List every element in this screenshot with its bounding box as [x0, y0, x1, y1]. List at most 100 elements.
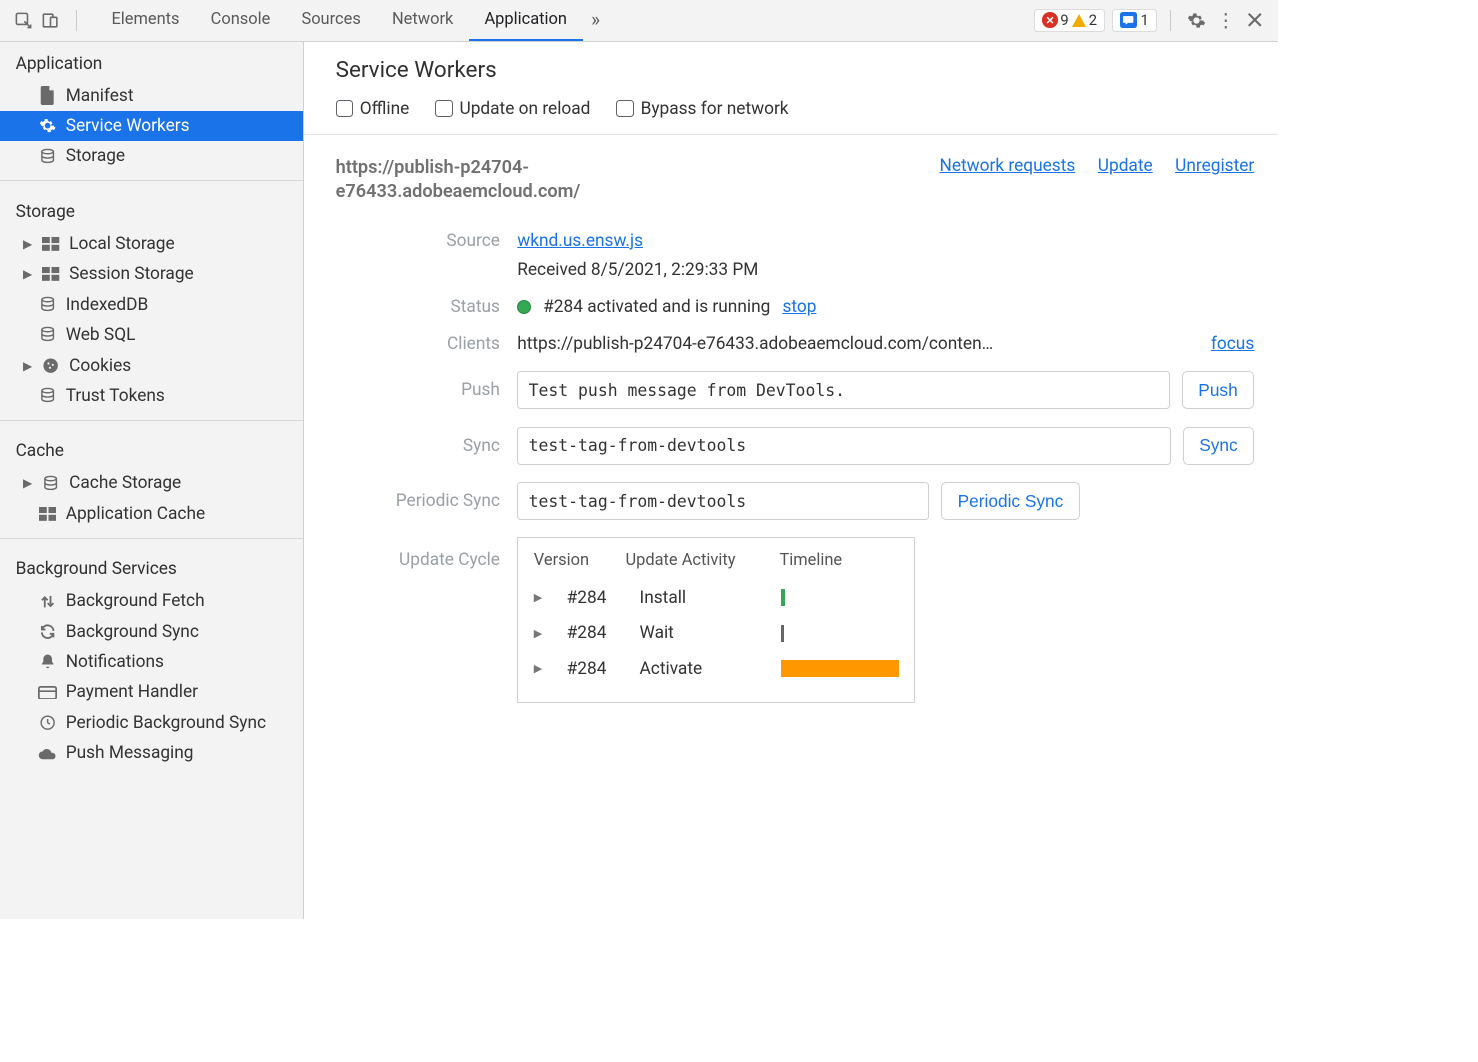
device-toggle-icon[interactable] [41, 11, 60, 30]
bell-icon [38, 653, 57, 672]
sidebar-item-label: Cache Storage [69, 473, 181, 493]
sidebar-section-title: Background Services [0, 547, 303, 586]
sync-button[interactable]: Sync [1183, 427, 1255, 465]
update-cycle-label: Update Cycle [336, 537, 500, 569]
cycle-row[interactable]: ▶#284Install [534, 580, 899, 616]
issue-counter[interactable]: ✕9 2 [1034, 9, 1105, 32]
separator [76, 10, 77, 31]
card-icon [38, 683, 57, 702]
chevron-right-icon: ▶ [534, 662, 543, 675]
sidebar-item-label: Background Fetch [66, 591, 205, 611]
settings-icon[interactable] [1185, 9, 1207, 31]
tab-network[interactable]: Network [376, 0, 469, 41]
cycle-timeline [781, 589, 898, 606]
clients-label: Clients [336, 334, 500, 354]
page-title: Service Workers [336, 57, 1255, 83]
sidebar-item-label: Periodic Background Sync [66, 713, 266, 733]
stop-link[interactable]: stop [782, 297, 816, 317]
grid-icon [38, 504, 57, 523]
sidebar-item-indexeddb[interactable]: IndexedDB [0, 290, 303, 320]
sidebar-item-manifest[interactable]: Manifest [0, 81, 303, 111]
message-count: 1 [1140, 11, 1148, 29]
sidebar-item-notifications[interactable]: Notifications [0, 647, 303, 677]
origin-url: https://publish-p24704-e76433.adobeaemcl… [336, 156, 734, 205]
status-text: #284 activated and is running [543, 297, 770, 317]
sync-input[interactable] [517, 427, 1170, 465]
sidebar-item-application-cache[interactable]: Application Cache [0, 499, 303, 529]
sync-icon [38, 622, 57, 641]
sidebar-item-background-sync[interactable]: Background Sync [0, 617, 303, 647]
periodic-sync-label: Periodic Sync [336, 491, 500, 511]
sidebar-item-label: Application Cache [66, 504, 205, 524]
sync-label: Sync [336, 436, 500, 456]
sidebar-item-web-sql[interactable]: Web SQL [0, 320, 303, 350]
tab-elements[interactable]: Elements [96, 0, 195, 41]
sidebar-item-session-storage[interactable]: ▶Session Storage [0, 259, 303, 289]
periodic-sync-button[interactable]: Periodic Sync [941, 482, 1080, 520]
status-dot-icon [517, 300, 531, 314]
chevron-right-icon: ▶ [22, 267, 32, 281]
cycle-activity: Wait [640, 623, 757, 643]
cycle-timeline [781, 625, 898, 642]
sidebar-item-label: Local Storage [69, 234, 175, 254]
cycle-row[interactable]: ▶ #284 Wait [534, 615, 899, 651]
db-icon [42, 474, 61, 493]
warning-count: 2 [1089, 11, 1097, 29]
tab-overflow[interactable]: » [583, 0, 609, 41]
sidebar-item-storage[interactable]: Storage [0, 141, 303, 171]
cycle-header-version: Version [534, 551, 601, 570]
tab-application[interactable]: Application [469, 0, 583, 41]
cycle-row[interactable]: ▶#284Activate [534, 651, 899, 687]
updown-icon [38, 592, 57, 611]
tab-console[interactable]: Console [195, 0, 286, 41]
client-url: https://publish-p24704-e76433.adobeaemcl… [517, 334, 993, 354]
periodic-sync-input[interactable] [517, 482, 929, 520]
close-icon[interactable] [1244, 9, 1266, 31]
push-button[interactable]: Push [1182, 371, 1255, 409]
sidebar-section-title: Application [0, 42, 303, 81]
unregister-link[interactable]: Unregister [1175, 156, 1254, 176]
update-link[interactable]: Update [1098, 156, 1153, 176]
sidebar-item-trust-tokens[interactable]: Trust Tokens [0, 381, 303, 411]
bypass-network-checkbox[interactable]: Bypass for network [616, 99, 788, 119]
chevron-right-icon: ▶ [534, 627, 543, 640]
sidebar-section-title: Cache [0, 429, 303, 468]
kebab-menu-icon[interactable]: ⋮ [1215, 9, 1237, 31]
error-count: 9 [1060, 11, 1068, 29]
push-input[interactable] [517, 371, 1169, 409]
focus-link[interactable]: focus [1211, 334, 1254, 354]
sidebar-item-cookies[interactable]: ▶Cookies [0, 350, 303, 380]
sidebar-item-label: IndexedDB [66, 295, 149, 315]
grid-icon [42, 234, 61, 253]
db-icon [38, 147, 57, 166]
source-link[interactable]: wknd.us.ensw.js [517, 231, 643, 251]
inspect-icon[interactable] [14, 11, 33, 30]
sidebar-item-periodic-background-sync[interactable]: Periodic Background Sync [0, 708, 303, 738]
update-cycle-table: Version Update Activity Timeline ▶#284In… [517, 537, 915, 703]
network-requests-link[interactable]: Network requests [940, 156, 1076, 176]
tab-bar: Elements Console Sources Network Applica… [96, 0, 609, 41]
sidebar-item-payment-handler[interactable]: Payment Handler [0, 677, 303, 707]
gear-icon [38, 117, 57, 136]
sidebar-section-title: Storage [0, 190, 303, 229]
offline-checkbox[interactable]: Offline [336, 99, 410, 119]
file-icon [38, 86, 57, 105]
sidebar-item-local-storage[interactable]: ▶Local Storage [0, 229, 303, 259]
message-counter[interactable]: 1 [1112, 9, 1157, 32]
sidebar-item-label: Payment Handler [66, 682, 198, 702]
update-on-reload-checkbox[interactable]: Update on reload [435, 99, 590, 119]
cycle-version: #284 [567, 659, 616, 679]
status-label: Status [336, 297, 500, 317]
cycle-version: #284 [567, 623, 616, 643]
error-icon: ✕ [1042, 12, 1058, 28]
devtools-top-bar: Elements Console Sources Network Applica… [0, 0, 1278, 42]
sidebar-item-label: Notifications [66, 652, 164, 672]
sidebar-item-service-workers[interactable]: Service Workers [0, 111, 303, 141]
tab-sources[interactable]: Sources [286, 0, 377, 41]
sidebar-item-background-fetch[interactable]: Background Fetch [0, 586, 303, 616]
sidebar-item-push-messaging[interactable]: Push Messaging [0, 738, 303, 768]
sidebar-item-cache-storage[interactable]: ▶Cache Storage [0, 468, 303, 498]
sidebar-item-label: Push Messaging [66, 743, 194, 763]
cycle-timeline [781, 660, 898, 677]
chevron-right-icon: ▶ [22, 359, 32, 373]
